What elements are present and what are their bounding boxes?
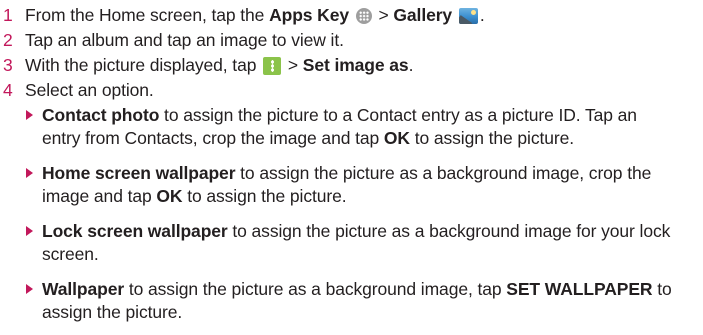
ok-label: OK: [156, 186, 183, 206]
set-wallpaper-label: SET WALLPAPER: [506, 279, 653, 299]
option-line: image and tap OK to assign the picture.: [42, 185, 347, 207]
option-title: Home screen wallpaper: [42, 163, 236, 183]
step-text-part: >: [283, 55, 303, 75]
option-line: Contact photo to assign the picture to a…: [42, 104, 637, 126]
step-text-part: .: [479, 5, 485, 25]
step-text: Select an option.: [25, 80, 154, 100]
option-line: Lock screen wallpaper to assign the pict…: [42, 220, 670, 242]
option-text: to assign the picture as a background im…: [235, 163, 652, 183]
option-text: assign the picture.: [42, 302, 183, 322]
step-text-part: From the Home screen, tap the: [25, 5, 270, 25]
apps-key-icon: [355, 8, 372, 24]
step-number: 4: [3, 80, 13, 100]
option-text: to assign the picture to a Contact entry…: [159, 105, 637, 125]
option-title: Lock screen wallpaper: [42, 221, 228, 241]
apps-key-label: Apps Key: [269, 5, 349, 25]
option-line: Home screen wallpaper to assign the pict…: [42, 162, 651, 184]
option-line: assign the picture.: [42, 301, 182, 323]
option-text: screen.: [42, 244, 99, 264]
step-text: With the picture displayed, tap > Set im…: [25, 54, 413, 76]
option-text: image and tap: [42, 186, 157, 206]
option-text: to assign the picture as a background im…: [124, 279, 507, 299]
bullet-arrow-icon: [26, 226, 33, 236]
option-line: Wallpaper to assign the picture as a bac…: [42, 278, 672, 300]
option-line: entry from Contacts, crop the image and …: [42, 127, 574, 149]
bullet-arrow-icon: [26, 110, 33, 120]
gallery-label: Gallery: [393, 5, 453, 25]
step-text-part: With the picture displayed, tap: [25, 55, 262, 75]
step-text-part: .: [408, 55, 414, 75]
option-text: to assign the picture as a background im…: [227, 221, 671, 241]
step-number: 2: [3, 30, 13, 50]
instructions-document: 1 From the Home screen, tap the Apps Key…: [0, 0, 703, 335]
option-title: Wallpaper: [42, 279, 125, 299]
option-title: Contact photo: [42, 105, 160, 125]
ok-label: OK: [383, 128, 410, 148]
step-text: Tap an album and tap an image to view it…: [25, 30, 344, 50]
step-number: 3: [3, 55, 13, 75]
step-number: 1: [3, 5, 13, 25]
option-text: to: [652, 279, 672, 299]
step-text: From the Home screen, tap the Apps Key >…: [25, 4, 485, 26]
option-text: to assign the picture.: [409, 128, 574, 148]
option-text: to assign the picture.: [182, 186, 347, 206]
gallery-icon: [458, 8, 478, 24]
option-text: entry from Contacts, crop the image and …: [42, 128, 384, 148]
option-line: screen.: [42, 243, 99, 265]
bullet-arrow-icon: [26, 168, 33, 178]
menu-icon: [263, 57, 282, 75]
bullet-arrow-icon: [26, 284, 33, 294]
step-text-part: >: [373, 5, 394, 25]
set-image-as-label: Set image as: [302, 55, 409, 75]
